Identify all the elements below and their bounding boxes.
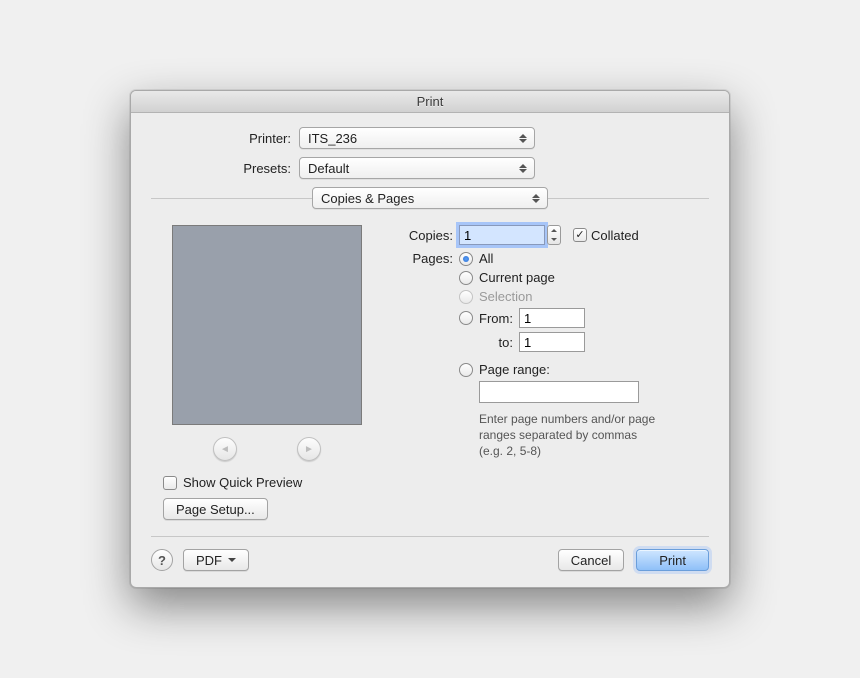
section-select[interactable]: Copies & Pages [312,187,548,209]
select-arrows-icon [516,160,530,176]
pages-range-label: Page range: [479,362,550,377]
pages-from-label: From: [479,311,519,326]
show-preview-checkbox[interactable] [163,476,177,490]
options-panel: Copies: Collated Pages: [401,225,703,520]
pages-selection-radio [459,290,473,304]
presets-select[interactable]: Default [299,157,535,179]
copies-stepper[interactable] [547,225,561,245]
pages-from-radio[interactable] [459,311,473,325]
printer-label: Printer: [151,131,299,146]
pages-range-hint: Enter page numbers and/or page ranges se… [479,411,659,460]
pages-to-label: to: [479,335,519,350]
copies-input[interactable] [459,225,545,245]
print-dialog: Print Printer: ITS_236 Presets: Default … [130,90,730,588]
show-preview-label: Show Quick Preview [183,475,302,490]
pdf-menu-button[interactable]: PDF [183,549,249,571]
collated-checkbox[interactable] [573,228,587,242]
chevron-down-icon [228,558,236,562]
pages-from-input[interactable] [519,308,585,328]
window-titlebar: Print [131,91,729,113]
pages-current-radio[interactable] [459,271,473,285]
pages-range-radio[interactable] [459,363,473,377]
pages-label: Pages: [401,251,459,266]
page-setup-button[interactable]: Page Setup... [163,498,268,520]
cancel-button[interactable]: Cancel [558,549,624,571]
preview-thumbnail [172,225,362,425]
preview-next-button[interactable]: ► [297,437,321,461]
pages-current-label: Current page [479,270,555,285]
print-button[interactable]: Print [636,549,709,571]
collated-label: Collated [591,228,639,243]
pages-all-label: All [479,251,493,266]
select-arrows-icon [529,190,543,206]
presets-label: Presets: [151,161,299,176]
pages-all-radio[interactable] [459,252,473,266]
preview-panel: ◄ ► Show Quick Preview Page Setup... [157,225,377,520]
pages-selection-label: Selection [479,289,532,304]
help-button[interactable]: ? [151,549,173,571]
select-arrows-icon [516,130,530,146]
printer-value: ITS_236 [308,131,357,146]
pages-range-input[interactable] [479,381,639,403]
preview-prev-button[interactable]: ◄ [213,437,237,461]
section-value: Copies & Pages [321,191,414,206]
window-title: Print [417,94,444,109]
divider [151,536,709,537]
printer-select[interactable]: ITS_236 [299,127,535,149]
pages-to-input[interactable] [519,332,585,352]
presets-value: Default [308,161,349,176]
dialog-content: Printer: ITS_236 Presets: Default Copies… [131,113,729,587]
copies-label: Copies: [401,228,459,243]
